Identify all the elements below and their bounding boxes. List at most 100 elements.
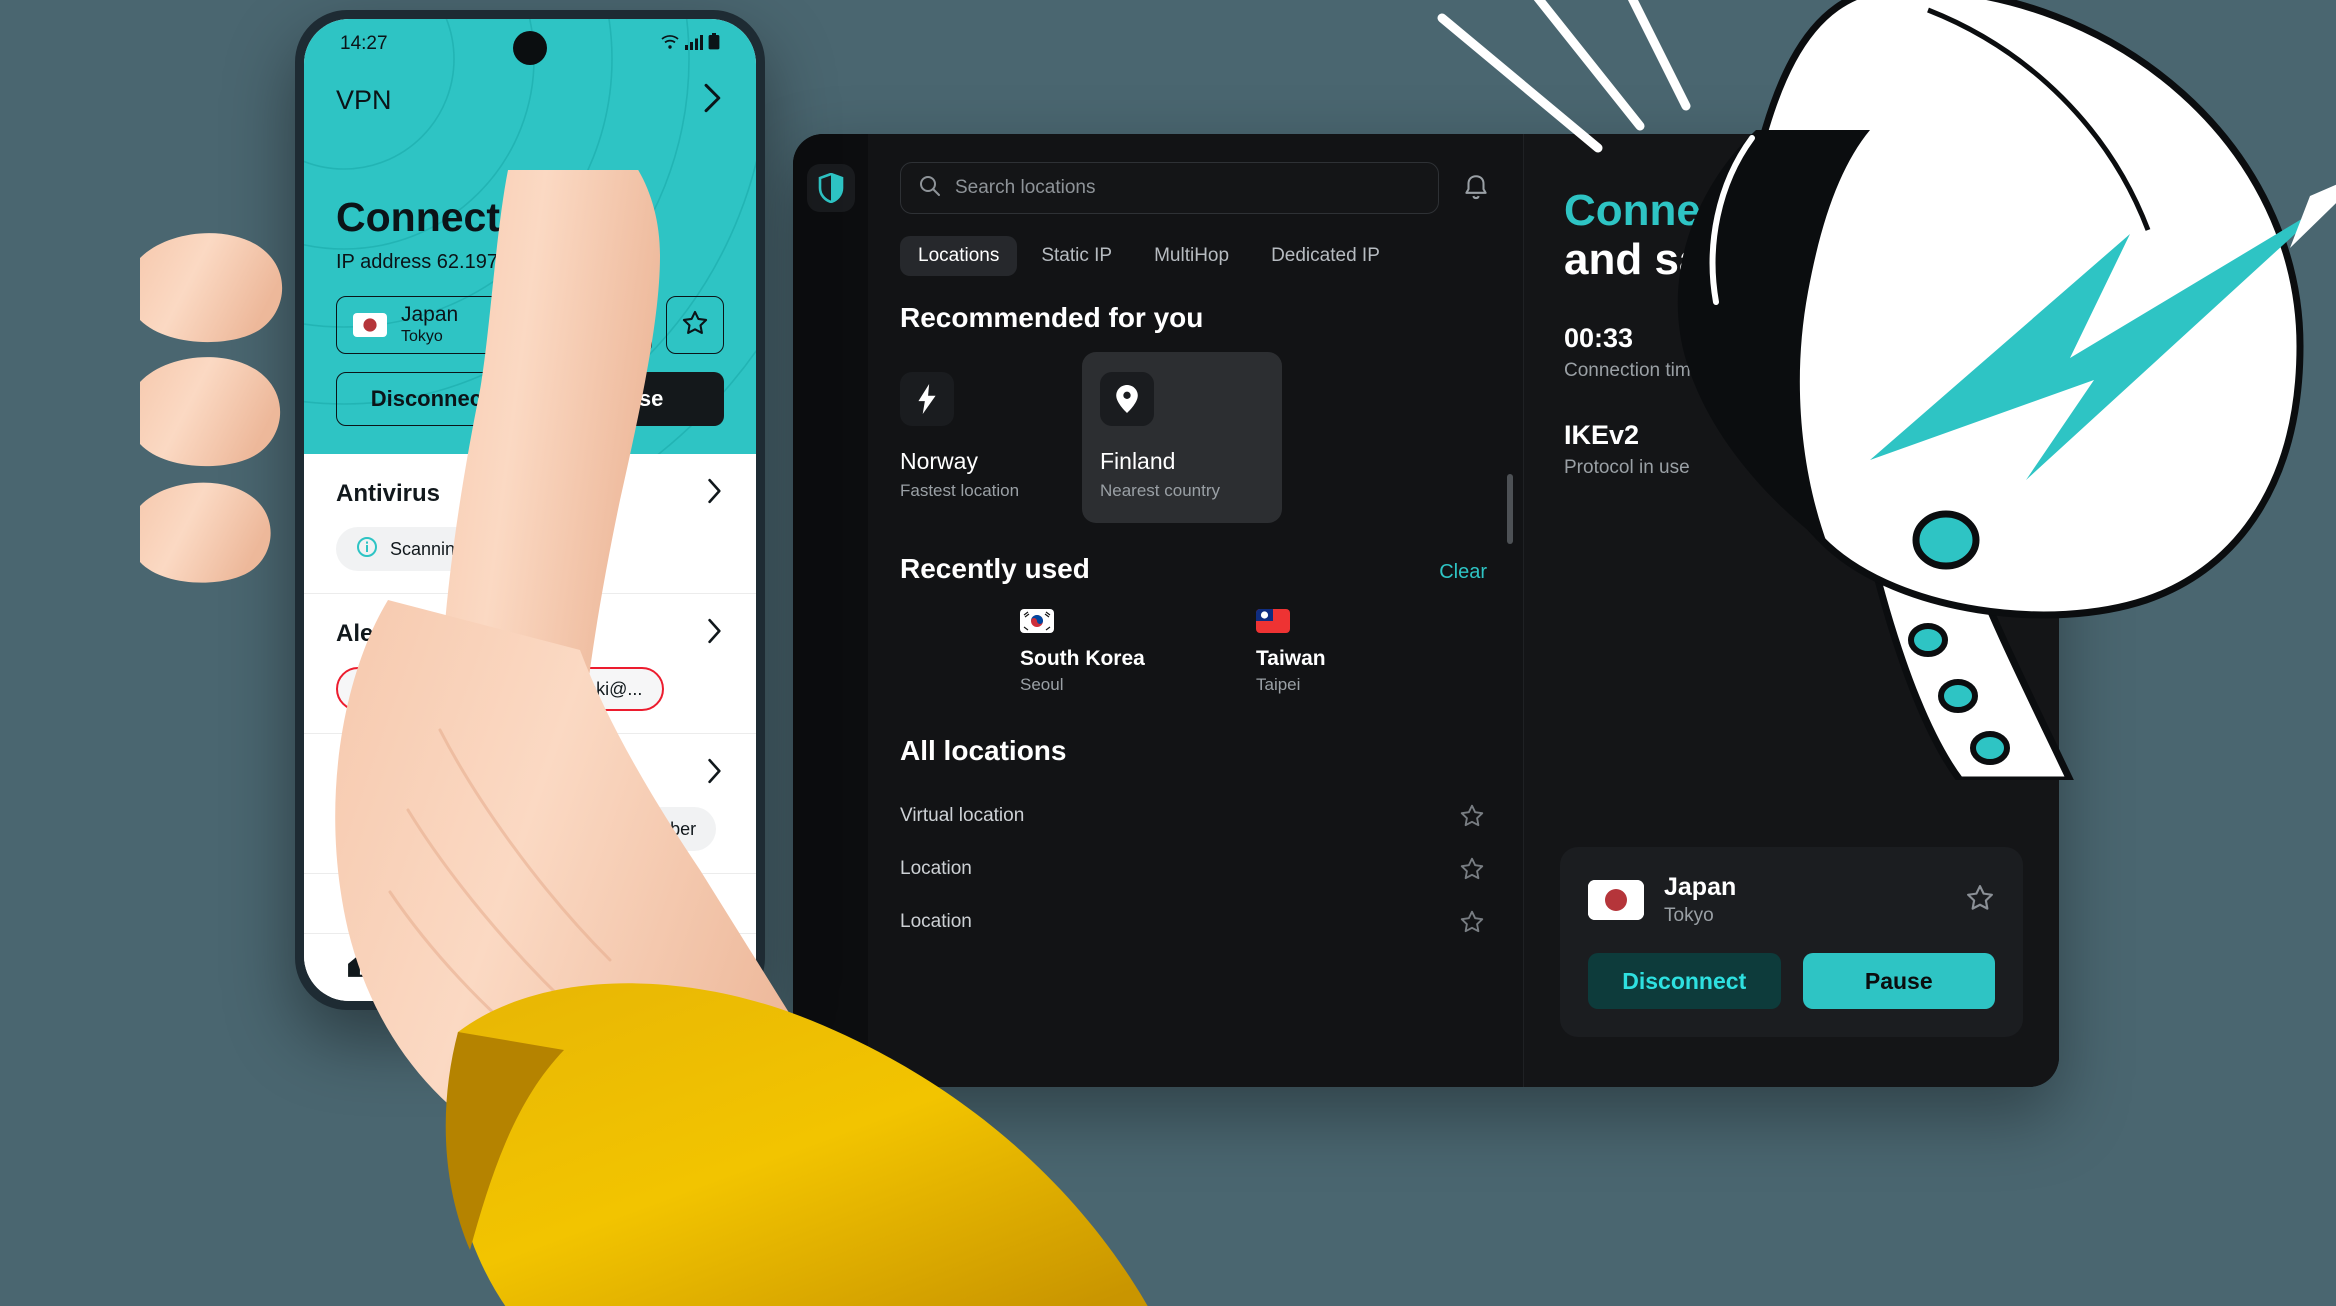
location-label: Location [900,857,972,879]
nav-settings[interactable]: ings [685,951,714,1001]
clear-button[interactable]: Clear [1439,561,1487,584]
status-bar-time: 14:27 [340,33,388,54]
connection-card-country: Japan [1664,873,1737,901]
chip-label: Scanning... [390,538,481,559]
camera-notch [513,31,547,65]
shield-icon[interactable] [807,164,855,212]
vertical-scrollbar[interactable] [1507,474,1513,544]
search-input[interactable]: Search locations [900,162,1439,214]
chevron-right-icon[interactable] [702,83,724,118]
disconnect-button[interactable]: Disconnect [1588,953,1781,1009]
star-outline-icon[interactable] [1459,856,1485,882]
chip-leaks[interactable]: 3 leaks: Email big.lebowski@... [336,667,665,711]
star-outline-icon[interactable] [1965,883,1995,918]
list-item[interactable]: Taiwan Taipei [1256,609,1396,695]
disconnect-button[interactable]: Disconnect [336,372,524,426]
selected-location[interactable]: Japan Tokyo [336,296,652,354]
nav-apps[interactable] [460,952,486,983]
vpn-status-title: Connected [336,194,548,240]
section-alternative-id: Alternative ID 2 new messages Alt number [304,734,756,874]
chip-scanning[interactable]: Scanning... [336,527,501,571]
table-row[interactable]: Location [900,895,1491,948]
search-icon [919,175,941,202]
selected-location-text: Japan Tokyo [401,302,459,346]
favorite-button[interactable] [666,296,724,354]
table-row[interactable]: Location [900,842,1491,895]
search-row: Search locations [900,162,1491,214]
connection-card-header: Japan Tokyo [1588,873,1995,927]
tab-multihop[interactable]: MultiHop [1136,236,1247,276]
location-tabs: Locations Static IP MultiHop Dedicated I… [900,236,1491,276]
bell-icon[interactable] [1461,173,1491,203]
wifi-icon [660,34,680,55]
pause-button[interactable]: Pause [538,372,724,426]
connection-time-value: 00:33 [1564,322,1634,353]
section-title: Alert [336,619,391,647]
nav-notifications[interactable] [572,951,600,984]
connection-time-label: Connection time [1564,359,1702,381]
phone-location-picker: Japan Tokyo [336,296,724,354]
list-item-country: Taiwan [1256,647,1326,670]
star-outline-icon[interactable] [1459,803,1485,829]
section-title: Alternative ID [336,759,491,787]
phone-screen: 14:27 VPN Connected IP address 62.197.14… [304,19,756,1001]
connection-card: Japan Tokyo Disconnect Pause [1560,847,2023,1037]
section-alert: Alert 3 leaks: Email big.lebowski@... [304,594,756,734]
chip-label: Alt number [609,818,697,839]
status-bar-icons [660,33,720,55]
tablet-device: Search locations Locations Static IP Mul… [793,134,2059,1087]
vpn-label: VPN [336,85,392,115]
chevron-right-icon[interactable] [706,478,724,509]
grid-icon [460,952,486,983]
recently-used-list: South Korea Seoul Taiwan Taipei [900,609,1491,695]
chip-label: 3 leaks: Email big.lebowski@... [394,678,643,699]
pause-button[interactable]: Pause [1802,953,1995,1009]
vpn-ip-address: IP address 62.197.149.69 [336,251,565,273]
recommended-card-sub: Fastest location [900,481,1020,500]
recommended-cards: Norway Fastest location Finland Nearest … [900,352,1491,523]
list-item[interactable]: South Korea Seoul [1020,609,1160,695]
selected-location-country: Japan [401,302,459,326]
chevron-right-icon[interactable] [706,618,724,649]
list-item-city: Taipei [1256,675,1301,694]
selected-location-city: Tokyo [401,328,443,346]
recommended-heading: Recommended for you [900,302,1204,333]
bolt-icon [900,372,954,426]
tablet-connection-panel: Connected and safe 00:33 Connection time… [1524,134,2059,1087]
connection-card-actions: Disconnect Pause [1588,953,1995,1009]
home-icon [347,952,375,983]
location-label: Location [900,910,972,932]
section-header[interactable]: Alternative ID [336,758,724,789]
bell-icon [572,951,600,984]
taiwan-flag [1256,609,1290,633]
star-outline-icon[interactable] [1459,909,1485,935]
japan-flag [353,313,387,337]
section-header[interactable]: Alert [336,618,724,649]
chip-new-messages[interactable]: 2 new messages [336,807,548,851]
chip-alt-number[interactable]: Alt number [561,807,717,851]
table-row[interactable]: Virtual location [900,789,1491,842]
phone-hero: 14:27 VPN Connected IP address 62.197.14… [304,19,756,454]
phone-icon [581,814,598,844]
tab-locations[interactable]: Locations [900,236,1018,276]
list-item-city: Seoul [1020,675,1064,694]
nav-home[interactable] [347,952,375,983]
phone-device: 14:27 VPN Connected IP address 62.197.14… [295,10,765,1010]
recommended-card-norway[interactable]: Norway Fastest location [900,352,1082,523]
connection-status-line1: Connected [1564,186,1792,235]
protocol-label: Protocol in use [1564,456,1690,478]
tab-static-ip[interactable]: Static IP [1023,236,1130,276]
south-korea-flag [1020,609,1054,633]
tablet-sidebar-rail [793,134,868,1087]
section-header[interactable]: Antivirus [336,478,724,509]
warning-triangle-icon [358,676,382,703]
protocol-value: IKEv2 [1564,419,1640,450]
connection-time-stat: 00:33 Connection time [1564,323,2019,382]
chevron-right-icon[interactable] [706,758,724,789]
recommended-card-name: Norway [900,448,978,474]
phone-action-row: Disconnect Pause [336,372,724,426]
all-locations-heading: All locations [900,735,1067,766]
recommended-card-finland[interactable]: Finland Nearest country [1082,352,1282,523]
vpn-header-row[interactable]: VPN [336,83,724,118]
tab-dedicated-ip[interactable]: Dedicated IP [1253,236,1398,276]
